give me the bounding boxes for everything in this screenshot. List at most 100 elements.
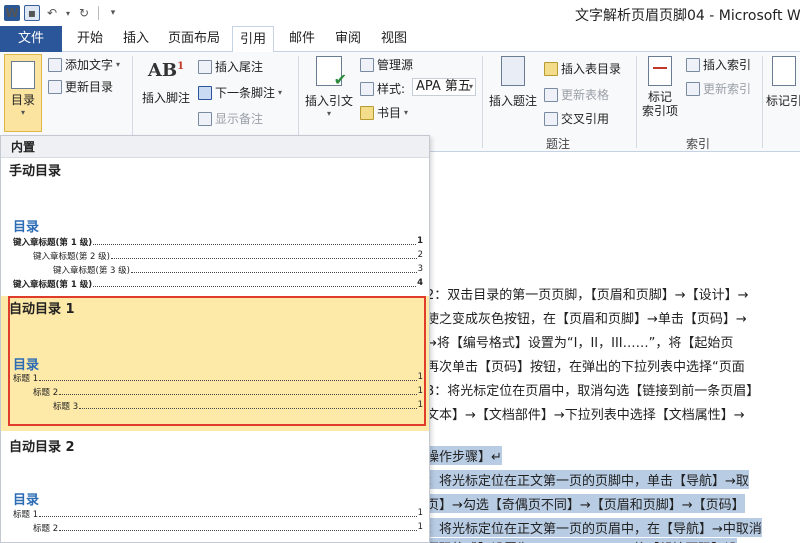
toc-preview-line: 标题 11 <box>13 508 423 520</box>
chevron-down-icon: ▾ <box>468 82 473 91</box>
cross-reference-button[interactable]: 交叉引用 <box>544 110 609 127</box>
group-separator <box>636 56 637 148</box>
quick-access-toolbar: W ▪ ↶ ▾ ↻ ▾ <box>0 5 121 21</box>
gallery-item-manual-toc[interactable]: 手动目录 目录 键入章标题(第 1 级) 1 键入章标题(第 2 级) 2 键入章标题(… <box>1 158 429 293</box>
gallery-header-builtin: 内置 <box>1 136 429 158</box>
show-notes-button[interactable]: 显示备注 <box>198 110 263 127</box>
qat-separator <box>98 6 99 20</box>
toc-preview-line: 标题 11 <box>13 372 423 384</box>
next-footnote-button[interactable]: 下一条脚注 ▾ <box>198 84 282 101</box>
insert-index-button[interactable]: 插入索引 <box>686 56 751 73</box>
save-icon[interactable]: ▪ <box>24 5 40 21</box>
bibliography-dropdown-icon: ▾ <box>404 108 409 117</box>
insert-endnote-icon <box>198 59 212 74</box>
gallery-scrollbar[interactable] <box>423 158 429 542</box>
cross-reference-icon <box>544 111 558 126</box>
toc-preview-entry-text: 标题 2 <box>33 524 59 534</box>
tab-references[interactable]: 引用 <box>232 26 274 53</box>
insert-caption-button[interactable]: 插入题注 <box>486 56 540 109</box>
undo-icon[interactable]: ↶ <box>44 5 60 21</box>
add-text-label: 添加文字 <box>65 58 114 72</box>
toc-preview-entry-text: 键入章标题(第 3 级) <box>53 266 130 276</box>
add-text-button[interactable]: 添加文字 ▾ <box>48 56 120 73</box>
toc-preview-line: 键入章标题(第 3 级) 3 <box>53 264 423 276</box>
tab-file[interactable]: 文件 <box>0 26 62 52</box>
show-notes-label: 显示备注 <box>215 112 264 126</box>
document-line: 页码格式】设置为“1，2，3……”，将【起始页码】设 <box>426 538 738 543</box>
update-table-label: 更新表格 <box>561 88 610 102</box>
toc-button[interactable]: 目录 ▾ <box>4 54 42 132</box>
bibliography-button[interactable]: 书目 ▾ <box>360 104 408 121</box>
manage-sources-icon <box>360 57 374 72</box>
toc-leader-dots <box>59 522 417 531</box>
next-footnote-icon <box>198 85 212 100</box>
word-app-icon[interactable]: W <box>4 5 20 21</box>
toc-leader-dots <box>93 236 417 245</box>
tab-mailings[interactable]: 邮件 <box>284 26 320 52</box>
update-index-button[interactable]: 更新索引 <box>686 80 751 97</box>
document-line: 2：双击目录的第一页页脚，【页眉和页脚】→【设计】→ <box>426 288 749 303</box>
insert-citation-dropdown-icon: ▾ <box>326 109 331 118</box>
update-toc-button[interactable]: 更新目录 <box>48 78 113 95</box>
document-line: 使之变成灰色按钮，在【页眉和页脚】→单击【页码】→ <box>426 312 747 327</box>
toc-preview-line: 标题 21 <box>33 522 423 534</box>
tab-home[interactable]: 开始 <box>72 26 108 52</box>
toc-leader-dots <box>39 508 417 517</box>
gallery-item-title: 手动目录 <box>9 164 62 179</box>
show-notes-icon <box>198 111 212 126</box>
insert-endnote-label: 插入尾注 <box>215 60 264 74</box>
update-toc-label: 更新目录 <box>65 80 114 94</box>
insert-endnote-button[interactable]: 插入尾注 <box>198 58 263 75</box>
insert-table-of-figures-label: 插入表目录 <box>561 62 622 76</box>
tab-review[interactable]: 审阅 <box>330 26 366 52</box>
mark-citation-icon <box>772 56 796 86</box>
toc-leader-dots <box>79 400 417 409</box>
update-table-button[interactable]: 更新表格 <box>544 86 609 103</box>
insert-citation-label: 插入引文 <box>304 94 353 108</box>
mark-entry-icon <box>648 56 672 86</box>
ribbon-tabs: 文件 开始 插入 页面布局 引用 邮件 审阅 视图 <box>0 26 800 53</box>
style-label: 样式: <box>360 80 405 97</box>
toc-preview-heading: 目录 <box>13 220 40 235</box>
toc-gallery: 内置 手动目录 目录 键入章标题(第 1 级) 1 键入章标题(第 2 级) 2 键入章… <box>0 135 430 543</box>
next-footnote-label: 下一条脚注 <box>215 86 276 100</box>
citation-style-select[interactable]: APA 第五 ▾ <box>412 78 476 96</box>
document-line: 3：将光标定位在页眉中，取消勾选【链接到前一条页眉】 <box>426 384 760 399</box>
gallery-item-auto-toc-1[interactable]: 自动目录 1 目录 标题 1 1 标题 2 1 标题 31 <box>1 296 429 431</box>
toc-preview-line: 标题 21 <box>33 386 423 398</box>
tab-page-layout[interactable]: 页面布局 <box>164 26 224 52</box>
bibliography-icon <box>360 105 374 120</box>
tab-view[interactable]: 视图 <box>376 26 412 52</box>
insert-caption-label: 插入题注 <box>488 94 537 108</box>
gallery-item-title: 自动目录 1 <box>9 302 75 317</box>
manage-sources-button[interactable]: 管理源 <box>360 56 413 73</box>
tab-insert[interactable]: 插入 <box>118 26 154 52</box>
toc-leader-dots <box>39 372 417 381</box>
document-line: 再次单击【页码】按钮，在弹出的下拉列表中选择“页面 <box>426 360 745 375</box>
insert-citation-button[interactable]: ✔ 插入引文 ▾ <box>302 56 356 118</box>
group-separator <box>762 56 763 148</box>
document-line: →将【编号格式】设置为“I，II，III……”，将【起始页 <box>426 336 734 351</box>
document-line: 页】→勾选【奇偶页不同】→【页眉和页脚】→【页码】 <box>426 494 745 513</box>
toc-preview-entry-text: 键入章标题(第 2 级) <box>33 252 110 262</box>
caption-icon <box>501 56 525 86</box>
customize-qat-icon[interactable]: ▾ <box>105 5 121 21</box>
insert-footnote-label: 插入脚注 <box>141 91 190 105</box>
style-label-text: 样式: <box>377 82 406 96</box>
redo-icon[interactable]: ↻ <box>76 5 92 21</box>
insert-footnote-button[interactable]: AB1 插入脚注 <box>138 60 194 106</box>
toc-button-label: 目录 <box>10 93 35 107</box>
style-icon <box>360 81 374 96</box>
insert-table-of-figures-button[interactable]: 插入表目录 <box>544 60 621 77</box>
gallery-item-title: 自动目录 2 <box>9 440 75 455</box>
table-of-figures-icon <box>544 61 558 76</box>
gallery-item-auto-toc-2[interactable]: 自动目录 2 目录 标题 1 1 标题 21 <box>1 434 429 542</box>
window-title: 文字解析页眉页脚04 - Microsoft Wo <box>575 8 800 24</box>
mark-citation-button[interactable]: 标记引 <box>764 56 800 109</box>
document-line: ：将光标定位在正文第一页的页脚中，单击【导航】→取 <box>426 470 749 489</box>
document-line: 操作步骤】↵ <box>426 446 502 465</box>
toc-preview-line: 键入章标题(第 2 级) 2 <box>33 250 423 262</box>
toc-leader-dots <box>59 386 417 395</box>
mark-entry-button[interactable]: 标记 索引项 <box>638 56 682 118</box>
undo-dropdown-icon[interactable]: ▾ <box>64 5 72 21</box>
